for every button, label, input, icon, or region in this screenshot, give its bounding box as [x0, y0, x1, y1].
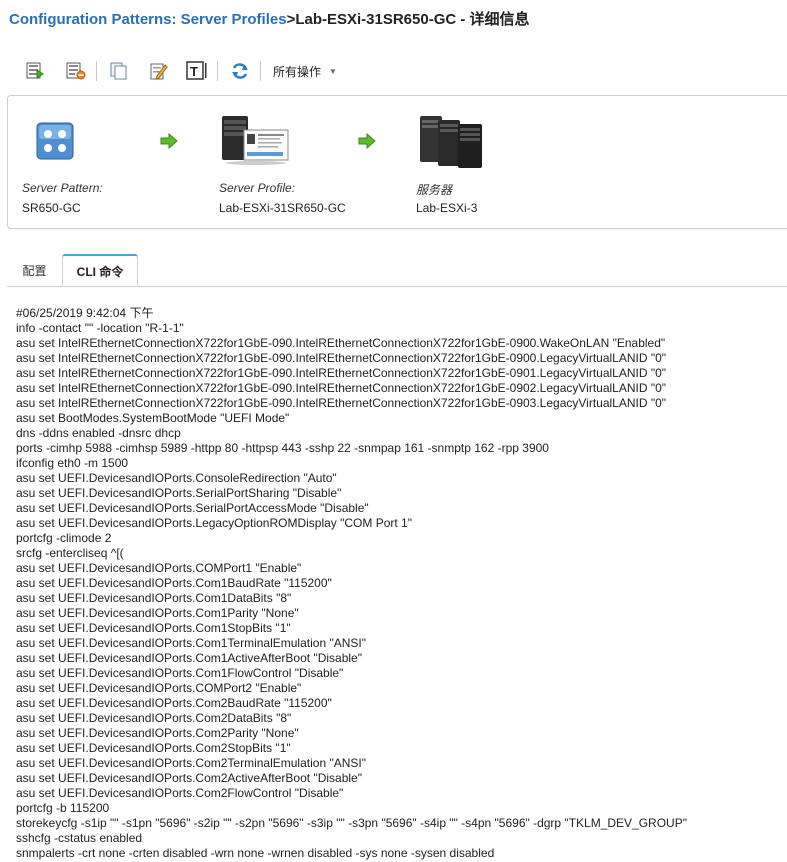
cli-line: asu set UEFI.DevicesandIOPorts.Com1FlowC…: [16, 666, 344, 680]
cli-line: asu set UEFI.DevicesandIOPorts.Com2StopB…: [16, 741, 291, 755]
cli-line: asu set UEFI.DevicesandIOPorts.Com2DataB…: [16, 711, 292, 725]
cli-line: asu set UEFI.DevicesandIOPorts.Com1Parit…: [16, 606, 299, 620]
cli-line: asu set UEFI.DevicesandIOPorts.Com2Parit…: [16, 726, 299, 740]
cli-line: asu set UEFI.DevicesandIOPorts.Com2Termi…: [16, 756, 366, 770]
cli-line: asu set UEFI.DevicesandIOPorts.COMPort1 …: [16, 561, 302, 575]
cli-line: asu set IntelREthernetConnectionX722for1…: [16, 351, 667, 365]
toolbar: T 所有操作 ▼: [24, 57, 337, 85]
chevron-down-icon: ▼: [329, 66, 337, 76]
all-actions-label: 所有操作: [273, 64, 322, 79]
refresh-icon[interactable]: [228, 59, 252, 83]
edit-icon[interactable]: [147, 59, 171, 83]
cli-line: asu set UEFI.DevicesandIOPorts.SerialPor…: [16, 501, 369, 515]
tab-config[interactable]: 配置: [7, 254, 62, 287]
cli-line: dns -ddns enabled -dnsrc dhcp: [16, 426, 181, 440]
cli-line: asu set UEFI.DevicesandIOPorts.Com2Activ…: [16, 771, 362, 785]
toolbar-separator: [96, 61, 97, 81]
cli-line: ports -cimhp 5988 -cimhsp 5989 -httpp 80…: [16, 441, 549, 455]
deploy-icon[interactable]: [24, 59, 48, 83]
cli-line: sshcfg -cstatus enabled: [16, 831, 143, 845]
tab-bar: 配置 CLI 命令: [7, 254, 787, 287]
cli-line: snmpalerts -crt none -crten disabled -wr…: [16, 846, 495, 860]
server-profile-icon: [220, 114, 292, 171]
cli-line: ifconfig eth0 -m 1500: [16, 456, 129, 470]
text-icon[interactable]: T: [185, 59, 209, 83]
server-label: 服务器: [416, 183, 453, 197]
server-rack-icon: [418, 114, 486, 175]
cli-line: srcfg -entercliseq ^[(: [16, 546, 124, 560]
cli-line: asu set UEFI.DevicesandIOPorts.Com1Termi…: [16, 636, 366, 650]
server-pattern-label: Server Pattern:: [22, 181, 103, 195]
page-title: Configuration Patterns: Server Profiles>…: [9, 8, 530, 29]
tab-cli-commands[interactable]: CLI 命令: [62, 254, 138, 287]
cli-line: asu set IntelREthernetConnectionX722for1…: [16, 336, 666, 350]
flow-server-pattern[interactable]: Server Pattern: SR650-GC: [8, 96, 128, 226]
toolbar-separator: [217, 61, 218, 81]
cli-line: portcfg -b 115200: [16, 801, 110, 815]
flow-server[interactable]: 服务器 Lab-ESXi-3: [400, 96, 540, 226]
unassign-icon[interactable]: [64, 59, 88, 83]
server-value: Lab-ESXi-3: [416, 201, 478, 215]
toolbar-separator: [260, 61, 261, 81]
tab-divider: [7, 286, 787, 287]
cli-line: asu set UEFI.DevicesandIOPorts.Com1Activ…: [16, 651, 362, 665]
cli-line: asu set UEFI.DevicesandIOPorts.SerialPor…: [16, 486, 342, 500]
cli-line: asu set UEFI.DevicesandIOPorts.Com1StopB…: [16, 621, 291, 635]
profile-flow-panel: Server Pattern: SR650-GC Server Profile:: [7, 95, 787, 229]
cli-line: #06/25/2019 9:42:04 下午: [16, 306, 154, 320]
cli-command-output: #06/25/2019 9:42:04 下午 info -contact "" -…: [16, 306, 784, 862]
cli-line: asu set BootModes.SystemBootMode "UEFI M…: [16, 411, 290, 425]
server-pattern-icon: [36, 122, 76, 167]
cli-line: asu set IntelREthernetConnectionX722for1…: [16, 396, 667, 410]
cli-line: portcfg -climode 2: [16, 531, 112, 545]
cli-line: storekeycfg -s1ip "" -s1pn "5696" -s2ip …: [16, 816, 687, 830]
svg-text:T: T: [190, 64, 198, 79]
server-profile-label: Server Profile:: [219, 181, 296, 195]
page-title-text: >Lab-ESXi-31SR650-GC - 详细信息: [286, 11, 530, 28]
cli-line: asu set UEFI.DevicesandIOPorts.Com2FlowC…: [16, 786, 344, 800]
flow-server-profile[interactable]: Server Profile: Lab-ESXi-31SR650-GC: [203, 96, 363, 226]
cli-line: asu set UEFI.DevicesandIOPorts.LegacyOpt…: [16, 516, 412, 530]
cli-line: asu set UEFI.DevicesandIOPorts.Com1BaudR…: [16, 576, 332, 590]
cli-line: asu set IntelREthernetConnectionX722for1…: [16, 381, 667, 395]
cli-line: asu set UEFI.DevicesandIOPorts.Com2BaudR…: [16, 696, 332, 710]
cli-line: asu set UEFI.DevicesandIOPorts.Com1DataB…: [16, 591, 292, 605]
cli-line: asu set IntelREthernetConnectionX722for1…: [16, 366, 667, 380]
cli-line: info -contact "" -location "R-1-1": [16, 321, 184, 335]
breadcrumb-link[interactable]: Configuration Patterns: Server Profiles: [9, 11, 287, 28]
arrow-right-icon: [160, 132, 178, 150]
cli-line: asu set UEFI.DevicesandIOPorts.ConsoleRe…: [16, 471, 337, 485]
cli-line: asu set UEFI.DevicesandIOPorts.COMPort2 …: [16, 681, 302, 695]
server-pattern-value: SR650-GC: [22, 201, 81, 215]
copy-icon[interactable]: [107, 59, 131, 83]
server-profile-value: Lab-ESXi-31SR650-GC: [219, 201, 346, 215]
all-actions-menu[interactable]: 所有操作 ▼: [273, 63, 337, 80]
arrow-right-icon: [358, 132, 376, 150]
